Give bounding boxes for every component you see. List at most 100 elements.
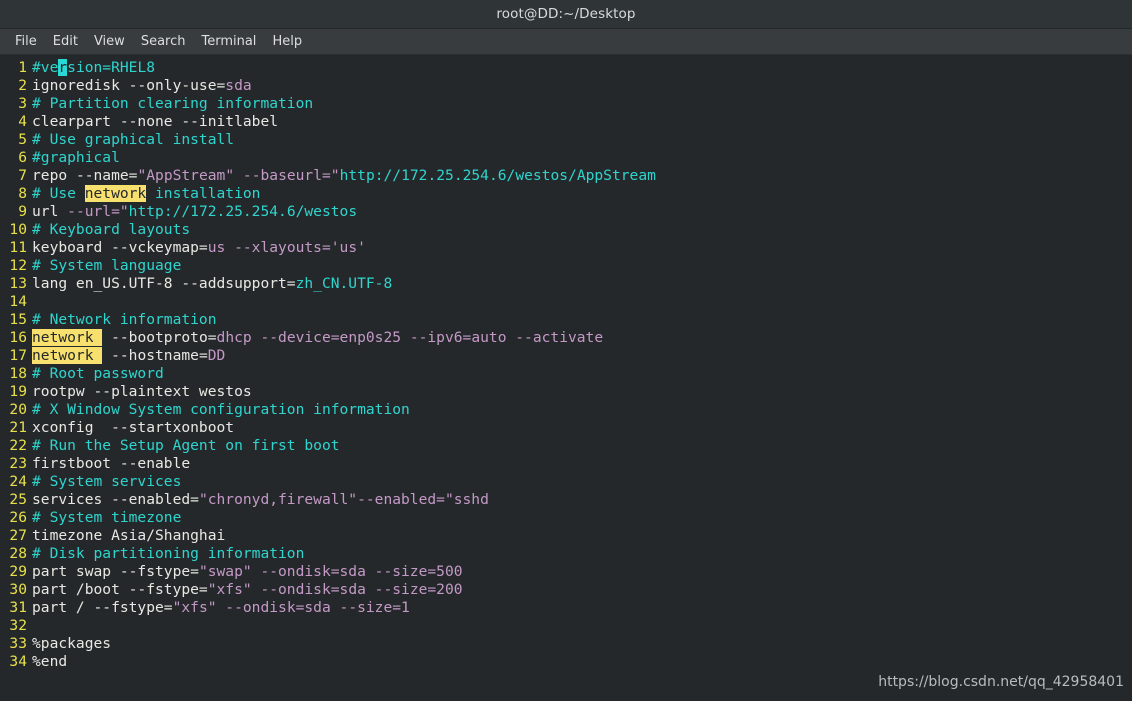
code-token: DD xyxy=(207,347,226,364)
line-content[interactable]: # Use network installation xyxy=(32,185,260,203)
code-line[interactable]: 34 %end xyxy=(0,653,1132,671)
code-line[interactable]: 5 # Use graphical install xyxy=(0,131,1132,149)
code-line[interactable]: 14 xyxy=(0,293,1132,311)
code-line[interactable]: 8 # Use network installation xyxy=(0,185,1132,203)
code-line[interactable]: 25 services --enabled="chronyd,firewall"-… xyxy=(0,491,1132,509)
line-number: 20 xyxy=(9,401,27,418)
menu-item-search[interactable]: Search xyxy=(133,32,194,51)
code-token: http://172.25.254.6/westos/AppStream xyxy=(339,167,656,184)
code-line[interactable]: 13 lang en_US.UTF-8 --addsupport=zh_CN.UT… xyxy=(0,275,1132,293)
line-content[interactable]: lang en_US.UTF-8 --addsupport=zh_CN.UTF-… xyxy=(32,275,392,293)
code-line[interactable]: 17 network --hostname=DD xyxy=(0,347,1132,365)
line-content[interactable]: # System services xyxy=(32,473,181,491)
code-token: ignoredisk --only-use= xyxy=(32,77,226,94)
line-number: 12 xyxy=(9,257,27,274)
line-content[interactable]: clearpart --none --initlabel xyxy=(32,113,278,131)
line-content[interactable]: timezone Asia/Shanghai xyxy=(32,527,225,545)
line-content[interactable]: # Partition clearing information xyxy=(32,95,313,113)
line-content[interactable]: url --url="http://172.25.254.6/westos xyxy=(32,203,357,221)
code-line[interactable]: 3 # Partition clearing information xyxy=(0,95,1132,113)
line-content[interactable]: # Run the Setup Agent on first boot xyxy=(32,437,340,455)
line-content[interactable]: network --bootproto=dhcp --device=enp0s2… xyxy=(32,329,603,347)
search-match-highlight: network xyxy=(84,185,147,202)
line-content[interactable]: part /boot --fstype="xfs" --ondisk=sda -… xyxy=(32,581,463,599)
code-line[interactable]: 10 # Keyboard layouts xyxy=(0,221,1132,239)
line-content[interactable]: firstboot --enable xyxy=(32,455,190,473)
line-content[interactable]: repo --name="AppStream" --baseurl="http:… xyxy=(32,167,656,185)
line-content[interactable]: xconfig --startxonboot xyxy=(32,419,234,437)
code-line[interactable]: 24 # System services xyxy=(0,473,1132,491)
line-content[interactable]: part swap --fstype="swap" --ondisk=sda -… xyxy=(32,563,463,581)
line-content[interactable]: # Network information xyxy=(32,311,217,329)
text-editor-area[interactable]: 1 #version=RHEL8 2 ignoredisk --only-use=sd… xyxy=(0,55,1132,701)
line-content[interactable] xyxy=(32,293,41,311)
line-content[interactable]: # System language xyxy=(32,257,181,275)
line-number: 34 xyxy=(9,653,27,670)
line-content[interactable]: # X Window System configuration informat… xyxy=(32,401,410,419)
code-line[interactable]: 7 repo --name="AppStream" --baseurl="http… xyxy=(0,167,1132,185)
menu-item-file[interactable]: File xyxy=(7,32,45,51)
code-token: # Root password xyxy=(32,365,164,382)
code-line[interactable]: 11 keyboard --vckeymap=us --xlayouts='us' xyxy=(0,239,1132,257)
code-token: keyboard --vckeymap= xyxy=(32,239,208,256)
code-line[interactable]: 18 # Root password xyxy=(0,365,1132,383)
line-content[interactable]: network --hostname=DD xyxy=(32,347,225,365)
line-content[interactable]: # System timezone xyxy=(32,509,181,527)
code-token: rootpw --plaintext westos xyxy=(32,383,252,400)
line-content[interactable]: # Keyboard layouts xyxy=(32,221,190,239)
code-line[interactable]: 22 # Run the Setup Agent on first boot xyxy=(0,437,1132,455)
line-content[interactable]: rootpw --plaintext westos xyxy=(32,383,252,401)
code-line[interactable]: 29 part swap --fstype="swap" --ondisk=sda… xyxy=(0,563,1132,581)
line-content[interactable]: part / --fstype="xfs" --ondisk=sda --siz… xyxy=(32,599,410,617)
code-line[interactable]: 2 ignoredisk --only-use=sda xyxy=(0,77,1132,95)
code-line[interactable]: 32 xyxy=(0,617,1132,635)
code-line[interactable]: 31 part / --fstype="xfs" --ondisk=sda --s… xyxy=(0,599,1132,617)
line-content[interactable]: # Root password xyxy=(32,365,164,383)
line-content[interactable]: ignoredisk --only-use=sda xyxy=(32,77,252,95)
line-number: 16 xyxy=(9,329,27,346)
line-number: 19 xyxy=(9,383,27,400)
code-line[interactable]: 26 # System timezone xyxy=(0,509,1132,527)
line-number: 3 xyxy=(18,95,27,112)
menu-item-view[interactable]: View xyxy=(86,32,133,51)
code-token: " xyxy=(330,167,340,184)
line-content[interactable]: services --enabled="chronyd,firewall"--e… xyxy=(32,491,489,509)
line-content[interactable]: %packages xyxy=(32,635,111,653)
line-content[interactable]: %end xyxy=(32,653,67,671)
menu-item-edit[interactable]: Edit xyxy=(45,32,86,51)
code-token: # Disk partitioning information xyxy=(32,545,305,562)
line-content[interactable]: # Disk partitioning information xyxy=(32,545,304,563)
menu-item-help[interactable]: Help xyxy=(264,32,310,51)
line-content[interactable]: #version=RHEL8 xyxy=(32,59,155,77)
code-token: AppStream xyxy=(146,167,226,184)
menu-item-terminal[interactable]: Terminal xyxy=(193,32,264,51)
code-token: url xyxy=(32,203,68,220)
code-token: firstboot --enable xyxy=(32,455,191,472)
code-line[interactable]: 19 rootpw --plaintext westos xyxy=(0,383,1132,401)
code-line[interactable]: 12 # System language xyxy=(0,257,1132,275)
code-token: sda xyxy=(225,77,252,94)
code-line[interactable]: 27 timezone Asia/Shanghai xyxy=(0,527,1132,545)
code-token: # Use graphical install xyxy=(32,131,235,148)
code-line[interactable]: 33 %packages xyxy=(0,635,1132,653)
code-token: # Partition clearing information xyxy=(32,95,314,112)
code-line[interactable]: 20 # X Window System configuration inform… xyxy=(0,401,1132,419)
code-line[interactable]: 1 #version=RHEL8 xyxy=(0,59,1132,77)
line-content[interactable] xyxy=(32,617,41,635)
line-content[interactable]: keyboard --vckeymap=us --xlayouts='us' xyxy=(32,239,366,257)
code-line[interactable]: 9 url --url="http://172.25.254.6/westos xyxy=(0,203,1132,221)
code-line[interactable]: 23 firstboot --enable xyxy=(0,455,1132,473)
code-line[interactable]: 6 #graphical xyxy=(0,149,1132,167)
code-line[interactable]: 28 # Disk partitioning information xyxy=(0,545,1132,563)
code-token: # Network information xyxy=(32,311,217,328)
code-line[interactable]: 15 # Network information xyxy=(0,311,1132,329)
code-line[interactable]: 4 clearpart --none --initlabel xyxy=(0,113,1132,131)
line-content[interactable]: #graphical xyxy=(32,149,120,167)
code-line[interactable]: 30 part /boot --fstype="xfs" --ondisk=sda… xyxy=(0,581,1132,599)
line-number: 26 xyxy=(9,509,27,526)
code-line[interactable]: 16 network --bootproto=dhcp --device=enp0… xyxy=(0,329,1132,347)
code-line[interactable]: 21 xconfig --startxonboot xyxy=(0,419,1132,437)
code-token: # Run the Setup Agent on first boot xyxy=(32,437,340,454)
line-content[interactable]: # Use graphical install xyxy=(32,131,234,149)
line-number: 14 xyxy=(9,293,27,310)
